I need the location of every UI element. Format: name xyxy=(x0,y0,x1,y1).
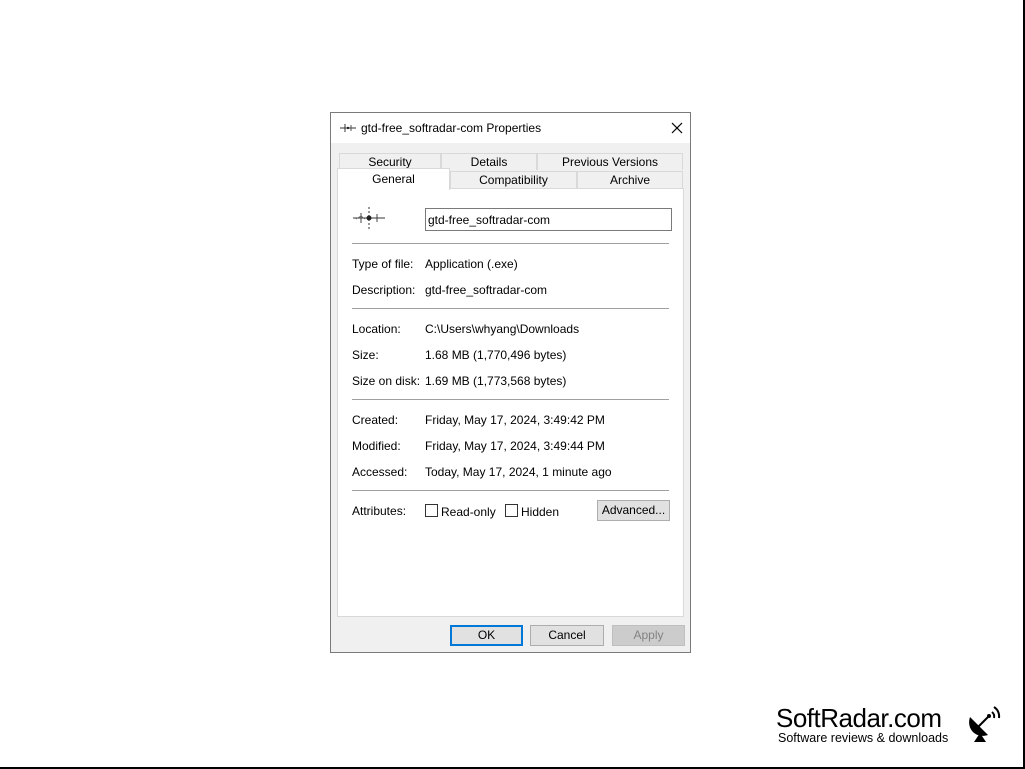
ok-button[interactable]: OK xyxy=(450,625,523,646)
advanced-button[interactable]: Advanced... xyxy=(597,500,670,521)
tab-general[interactable]: General xyxy=(337,168,450,190)
description-label: Description: xyxy=(352,283,416,297)
readonly-checkbox[interactable] xyxy=(425,504,438,517)
size-label: Size: xyxy=(352,348,379,362)
modified-value: Friday, May 17, 2024, 3:49:44 PM xyxy=(425,439,605,453)
properties-dialog: gtd-free_softradar-com Properties Securi… xyxy=(330,112,691,653)
type-label: Type of file: xyxy=(352,257,414,271)
separator xyxy=(352,308,669,309)
tab-label: Previous Versions xyxy=(561,155,659,169)
tab-label: Security xyxy=(368,155,412,169)
title-bar[interactable]: gtd-free_softradar-com Properties xyxy=(331,113,690,143)
separator xyxy=(352,243,669,244)
general-tab-panel: Type of file: Application (.exe) Descrip… xyxy=(337,188,684,617)
modified-label: Modified: xyxy=(352,439,401,453)
cancel-button[interactable]: Cancel xyxy=(530,625,604,646)
tab-previous-versions[interactable]: Previous Versions xyxy=(537,153,683,170)
hidden-checkbox[interactable] xyxy=(505,504,518,517)
created-label: Created: xyxy=(352,413,399,427)
created-value: Friday, May 17, 2024, 3:49:42 PM xyxy=(425,413,605,427)
dialog-title: gtd-free_softradar-com Properties xyxy=(361,121,542,135)
size-on-disk-label: Size on disk: xyxy=(352,374,421,388)
size-on-disk-value: 1.69 MB (1,773,568 bytes) xyxy=(425,374,567,388)
separator xyxy=(352,490,669,491)
readonly-label[interactable]: Read-only xyxy=(441,505,496,519)
tab-label: Details xyxy=(470,155,508,169)
brand-tagline: Software reviews & downloads xyxy=(778,731,949,745)
description-value: gtd-free_softradar-com xyxy=(425,283,548,297)
location-label: Location: xyxy=(352,322,401,336)
file-icon xyxy=(353,207,385,229)
satellite-dish-icon xyxy=(969,706,1001,742)
separator xyxy=(352,399,669,400)
app-icon xyxy=(340,124,356,132)
close-button[interactable] xyxy=(663,114,691,142)
tab-label: Compatibility xyxy=(479,173,548,187)
hidden-label[interactable]: Hidden xyxy=(521,505,559,519)
tab-details[interactable]: Details xyxy=(441,153,537,170)
location-value: C:\Users\whyang\Downloads xyxy=(425,322,580,336)
tab-label: General xyxy=(372,172,415,186)
tab-compatibility[interactable]: Compatibility xyxy=(450,171,577,188)
size-value: 1.68 MB (1,770,496 bytes) xyxy=(425,348,567,362)
tab-archive[interactable]: Archive xyxy=(577,171,683,188)
accessed-value: Today, May 17, 2024, 1 minute ago xyxy=(425,465,612,479)
close-icon xyxy=(671,122,683,134)
accessed-label: Accessed: xyxy=(352,465,408,479)
filename-input[interactable] xyxy=(425,208,672,231)
type-value: Application (.exe) xyxy=(425,257,518,271)
apply-button[interactable]: Apply xyxy=(612,625,685,646)
brand-name: SoftRadar.com xyxy=(776,703,942,733)
attributes-label: Attributes: xyxy=(352,504,407,518)
tab-label: Archive xyxy=(609,173,650,187)
